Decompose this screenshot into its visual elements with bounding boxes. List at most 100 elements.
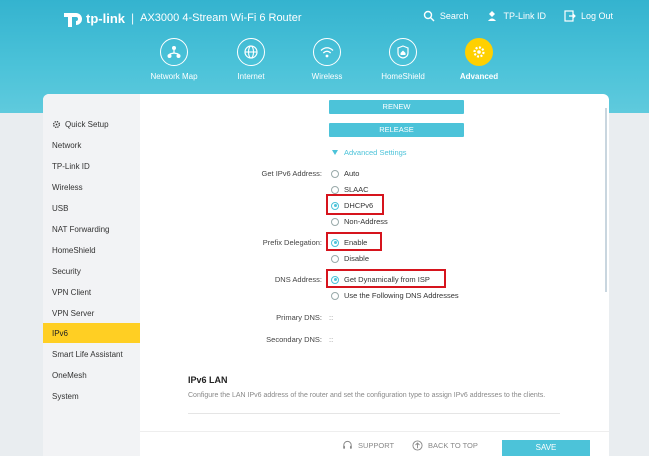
sidebar-item-label: Wireless [52,182,83,192]
scrollbar-track[interactable] [604,98,607,292]
radio-get-dynamically-from-isp[interactable]: Get Dynamically from ISP [331,275,430,284]
nav-wireless[interactable]: Wireless [292,38,362,81]
sidebar-item-label: Security [52,266,81,276]
sidebar-item-label: VPN Server [52,308,95,318]
search-icon [423,10,435,22]
ipv6-lan-title: IPv6 LAN [188,375,228,385]
radio-disable[interactable]: Disable [331,254,369,263]
advanced-settings-label: Advanced Settings [344,148,407,157]
save-button[interactable]: SAVE [502,440,590,456]
sidebar-item-label: IPv6 [52,328,69,338]
radio-icon [331,169,339,178]
back-to-top-link[interactable]: BACK TO TOP [412,440,478,451]
sidebar-item-ipv6[interactable]: IPv6 [43,323,140,343]
nav-network-map[interactable]: Network Map [139,38,209,81]
tplink-id-label: TP-Link ID [503,11,546,21]
radio-dhcpv6[interactable]: DHCPv6 [331,201,373,210]
main-card: Quick Setup Network TP-Link ID Wireless … [43,94,609,456]
nav-advanced[interactable]: Advanced [444,38,514,81]
sidebar-item-nat-forwarding[interactable]: NAT Forwarding [43,219,140,239]
radio-selected-icon [331,201,339,210]
advanced-settings-toggle[interactable]: Advanced Settings [332,148,407,157]
nav-label: HomeShield [381,72,425,81]
sidebar-item-homeshield[interactable]: HomeShield [43,240,140,260]
nav-label: Network Map [150,72,198,81]
nav-homeshield[interactable]: HomeShield [368,38,438,81]
user-id-icon [488,11,497,21]
option-label: Disable [344,254,370,263]
sidebar-item-label: Smart Life Assistant [52,349,123,359]
sidebar-item-wireless[interactable]: Wireless [43,177,140,197]
header-links: Search TP-Link ID Log Out [423,10,613,22]
radio-use-following-dns[interactable]: Use the Following DNS Addresses [331,291,459,300]
release-button[interactable]: RELEASE [329,123,464,137]
option-label: DHCPv6 [344,201,374,210]
renew-button[interactable]: RENEW [329,100,464,114]
sidebar-item-label: HomeShield [52,245,96,255]
radio-slaac[interactable]: SLAAC [331,185,369,194]
ipv6-content: RENEW RELEASE Advanced Settings Get IPv6… [140,94,609,456]
sidebar-item-network[interactable]: Network [43,135,140,155]
option-label: SLAAC [344,185,369,194]
sidebar-item-quick-setup[interactable]: Quick Setup [43,114,140,134]
search-link[interactable]: Search [423,10,469,22]
brand-name: tp-link [86,10,125,26]
radio-selected-icon [331,238,339,247]
sidebar: Quick Setup Network TP-Link ID Wireless … [43,94,140,456]
sidebar-item-label: Quick Setup [65,119,109,129]
tplink-id-link[interactable]: TP-Link ID [486,10,546,22]
sidebar-item-label: TP-Link ID [52,161,90,171]
nav-label: Internet [237,72,265,81]
option-label: Get Dynamically from ISP [344,275,430,284]
sidebar-item-system[interactable]: System [43,386,140,406]
dns-address-label: DNS Address: [274,275,322,284]
sidebar-item-smart-life-assistant[interactable]: Smart Life Assistant [43,344,140,364]
sidebar-item-tplink-id[interactable]: TP-Link ID [43,156,140,176]
option-label: Use the Following DNS Addresses [344,291,459,300]
primary-dns-value: :: [329,313,334,322]
primary-dns-label: Primary DNS: [276,313,322,322]
ipv6-lan-description: Configure the LAN IPv6 address of the ro… [188,392,546,399]
sidebar-item-label: VPN Client [52,287,92,297]
sidebar-item-usb[interactable]: USB [43,198,140,218]
support-link[interactable]: SUPPORT [342,440,394,451]
radio-non-address[interactable]: Non-Address [331,217,388,226]
search-label: Search [439,11,469,21]
globe-icon [237,38,265,66]
shield-home-icon [389,38,417,66]
footer-bar: SUPPORT BACK TO TOP SAVE [140,431,609,456]
gear-icon [52,120,61,128]
section-divider [188,413,560,414]
nav-label: Advanced [459,72,499,81]
option-label: Enable [344,238,368,247]
gear-icon [465,38,493,66]
nav-internet[interactable]: Internet [216,38,286,81]
logout-icon [564,10,576,22]
sidebar-item-security[interactable]: Security [43,261,140,281]
tp-link-logo[interactable]: tp-link | AX3000 4-Stream Wi-Fi 6 Router [60,7,302,29]
radio-enable[interactable]: Enable [331,238,367,247]
sidebar-item-vpn-server[interactable]: VPN Server [43,303,140,323]
sidebar-item-onemesh[interactable]: OneMesh [43,365,140,385]
radio-auto[interactable]: Auto [331,169,359,178]
radio-icon [331,291,339,300]
scrollbar-thumb[interactable] [605,108,607,292]
radio-icon [331,254,339,263]
network-map-icon [160,38,188,66]
sidebar-item-label: Network [52,140,82,150]
radio-icon [331,185,339,194]
sidebar-item-label: NAT Forwarding [52,224,110,234]
prefix-delegation-label: Prefix Delegation: [262,238,322,247]
sidebar-item-label: USB [52,203,69,213]
logo-separator: | [131,11,135,25]
caret-down-icon [332,150,338,155]
arrow-up-circle-icon [412,440,423,451]
headset-icon [343,440,352,449]
radio-icon [331,217,339,226]
logout-label: Log Out [580,11,613,21]
wifi-icon [313,38,341,66]
option-label: Non-Address [344,217,388,226]
sidebar-item-vpn-client[interactable]: VPN Client [43,282,140,302]
logout-link[interactable]: Log Out [564,10,613,22]
back-to-top-label: BACK TO TOP [428,441,478,450]
